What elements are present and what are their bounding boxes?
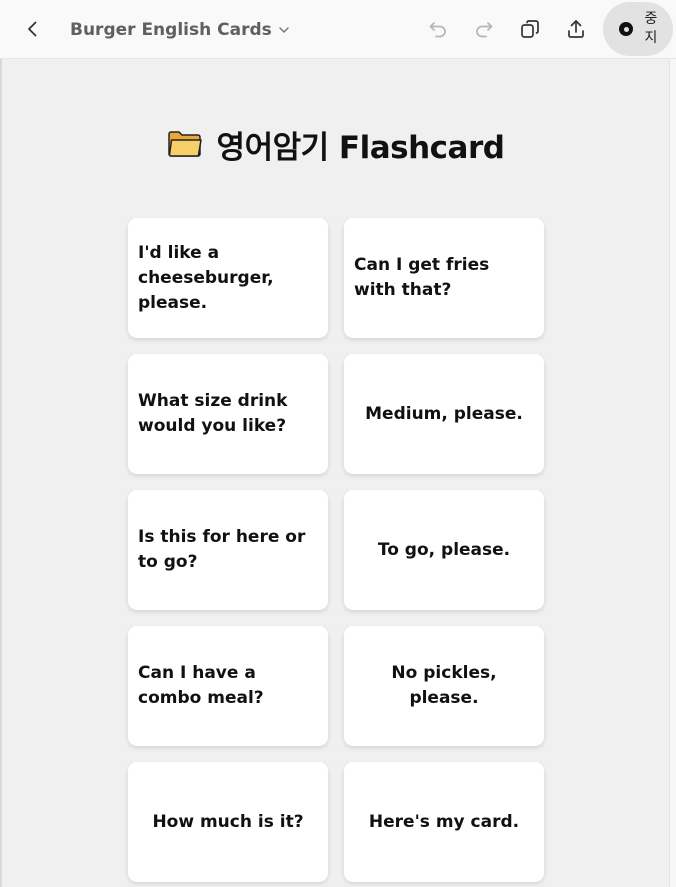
- flashcard[interactable]: How much is it?: [128, 762, 328, 882]
- flashcard-text: What size drink would you like?: [138, 391, 288, 436]
- flashcard[interactable]: What size drink would you like?: [128, 354, 328, 474]
- flashcard[interactable]: No pickles, please.: [344, 626, 544, 746]
- flashcard-text: No pickles, please.: [391, 663, 497, 708]
- flashcard-text: How much is it?: [152, 811, 304, 832]
- undo-icon: [427, 18, 449, 40]
- flashcard[interactable]: Can I get fries with that?: [344, 218, 544, 338]
- top-toolbar: Burger English Cards 중지: [0, 0, 676, 59]
- undo-button[interactable]: [419, 10, 457, 48]
- stop-button[interactable]: 중지: [603, 2, 673, 56]
- app-window: Burger English Cards 중지 영어암기 Flashcard I…: [0, 0, 676, 887]
- redo-icon: [473, 18, 495, 40]
- flashcard[interactable]: Can I have a combo meal?: [128, 626, 328, 746]
- scrollbar[interactable]: [669, 59, 676, 887]
- flashcard-text: To go, please.: [377, 539, 511, 560]
- flashcard[interactable]: Is this for here or to go?: [128, 490, 328, 610]
- flashcard-canvas: 영어암기 Flashcard I'd like a cheeseburger, …: [2, 59, 669, 887]
- folder-icon: [167, 129, 203, 163]
- flashcard[interactable]: Here's my card.: [344, 762, 544, 882]
- flashcard-text: Medium, please.: [365, 403, 523, 424]
- copy-icon: [519, 18, 541, 40]
- flashcard-text: Can I get fries with that?: [354, 255, 490, 300]
- flashcard-text: Here's my card.: [368, 811, 520, 832]
- chevron-left-icon: [23, 19, 43, 39]
- copy-button[interactable]: [511, 10, 549, 48]
- chevron-down-icon: [278, 21, 290, 40]
- document-title: Burger English Cards: [70, 20, 272, 40]
- redo-button[interactable]: [465, 10, 503, 48]
- flashcard[interactable]: To go, please.: [344, 490, 544, 610]
- page-title: 영어암기 Flashcard: [216, 130, 505, 166]
- flashcard-text: Is this for here or to go?: [138, 527, 306, 572]
- share-icon: [565, 18, 587, 40]
- document-title-dropdown[interactable]: Burger English Cards: [70, 17, 290, 43]
- flashcard-grid: I'd like a cheeseburger, please. Can I g…: [128, 218, 544, 882]
- flashcard-text: Can I have a combo meal?: [138, 663, 264, 708]
- flashcard[interactable]: Medium, please.: [344, 354, 544, 474]
- stop-label: 중지: [644, 11, 658, 46]
- share-button[interactable]: [557, 10, 595, 48]
- flashcard[interactable]: I'd like a cheeseburger, please.: [128, 218, 328, 338]
- stop-record-icon: [619, 22, 633, 36]
- flashcard-text: I'd like a cheeseburger, please.: [138, 242, 274, 313]
- page-heading: 영어암기 Flashcard: [2, 122, 669, 167]
- back-button[interactable]: [14, 10, 52, 48]
